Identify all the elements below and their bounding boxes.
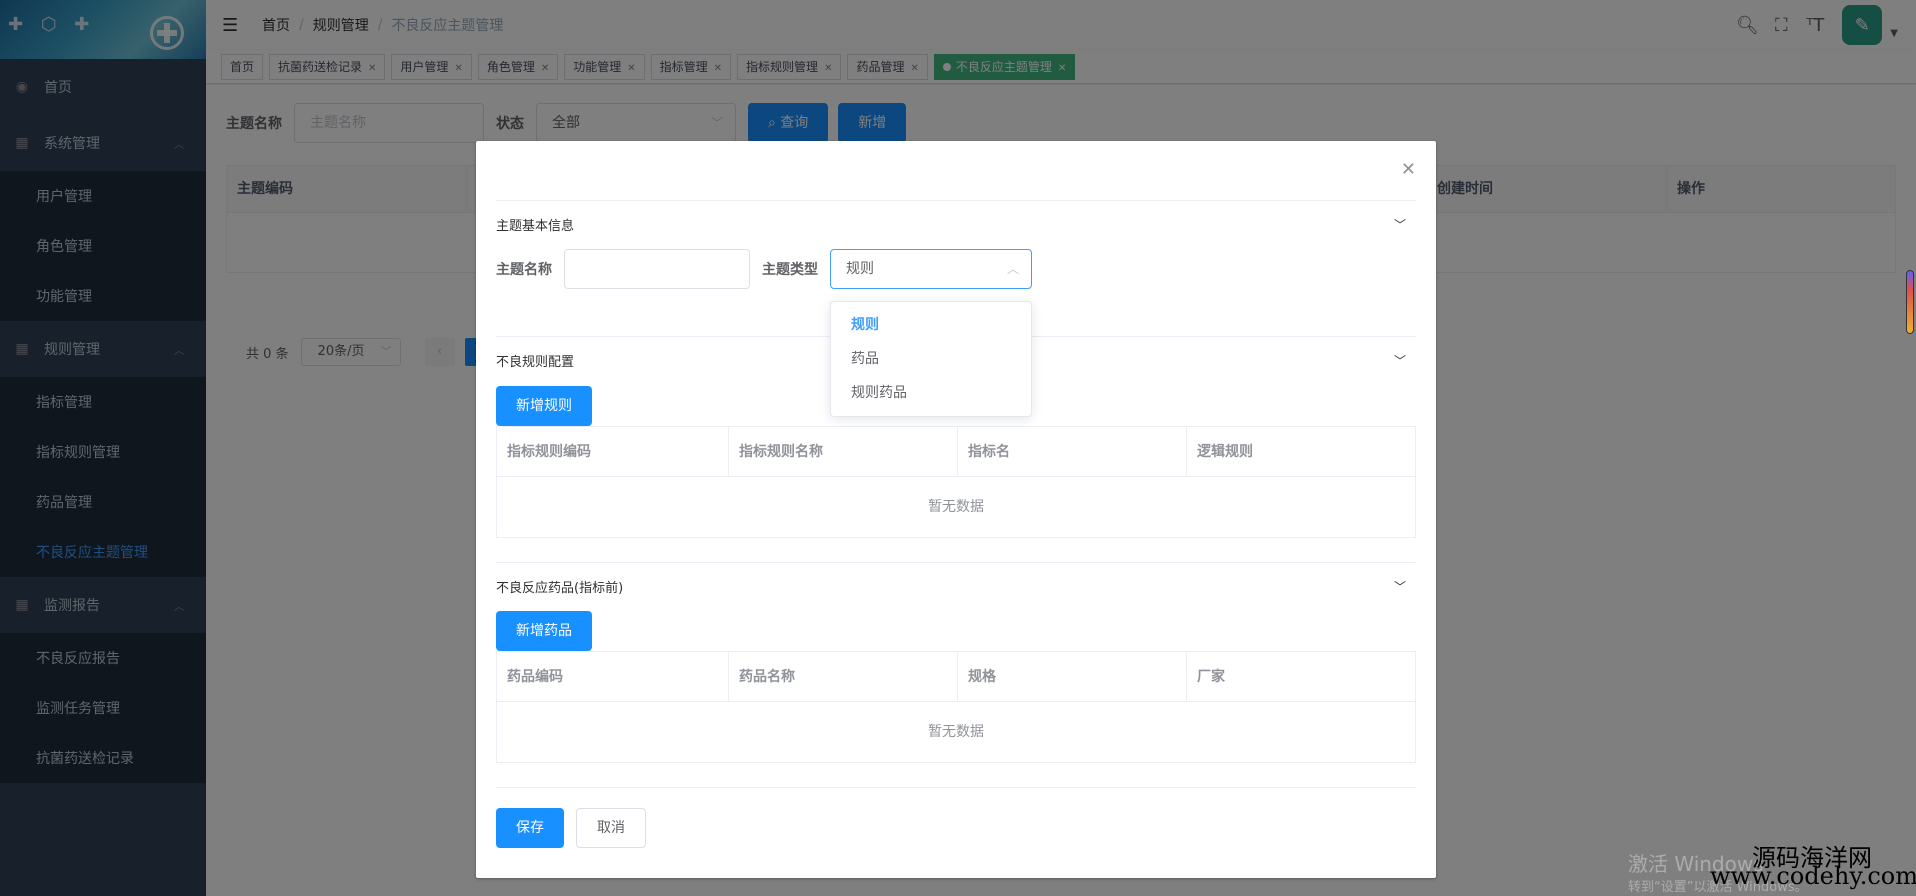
add-rule-button[interactable]: 新增规则 bbox=[496, 386, 592, 426]
column-header: 规格 bbox=[958, 652, 1187, 702]
cancel-label: 取消 bbox=[597, 820, 625, 836]
empty-text: 暂无数据 bbox=[928, 499, 984, 515]
close-icon[interactable]: ✕ bbox=[1401, 159, 1416, 180]
chevron-down-icon: ﹀ bbox=[1393, 580, 1406, 594]
topic-type-dropdown: 规则 药品 规则药品 bbox=[830, 301, 1032, 417]
section-adverse-drugs[interactable]: 不良反应药品(指标前) ﹀ bbox=[496, 562, 1416, 610]
section-title: 主题基本信息 bbox=[496, 219, 575, 234]
section-title: 不良反应药品(指标前) bbox=[496, 581, 624, 596]
drugs-table: 药品编码 药品名称 规格 厂家 暂无数据 bbox=[496, 651, 1416, 763]
option-rule-drug[interactable]: 规则药品 bbox=[831, 376, 1031, 410]
add-drug-button[interactable]: 新增药品 bbox=[496, 611, 592, 651]
column-header: 药品名称 bbox=[729, 652, 958, 702]
option-drug[interactable]: 药品 bbox=[831, 342, 1031, 376]
chevron-down-icon: ﹀ bbox=[1393, 218, 1406, 232]
save-button[interactable]: 保存 bbox=[496, 808, 564, 848]
add-rule-label: 新增规则 bbox=[516, 398, 572, 414]
column-header: 药品编码 bbox=[497, 652, 729, 702]
column-header: 厂家 bbox=[1197, 669, 1225, 685]
column-header: 逻辑规则 bbox=[1197, 444, 1253, 460]
cancel-button[interactable]: 取消 bbox=[576, 808, 646, 848]
topic-type-select[interactable]: 规则 ︿ bbox=[830, 249, 1032, 289]
site-watermark-url: www.codehy.com bbox=[1710, 862, 1916, 890]
scroll-indicator bbox=[1906, 270, 1914, 334]
save-label: 保存 bbox=[516, 820, 544, 836]
topic-type-value: 规则 bbox=[846, 261, 874, 277]
topic-type-label: 主题类型 bbox=[762, 262, 818, 278]
chevron-down-icon: ﹀ bbox=[1393, 354, 1406, 368]
dialog-footer-divider bbox=[496, 787, 1416, 788]
column-header: 指标规则名称 bbox=[729, 427, 958, 477]
section-title: 不良规则配置 bbox=[496, 355, 575, 370]
column-header: 指标名 bbox=[958, 427, 1187, 477]
column-header: 指标规则编码 bbox=[497, 427, 729, 477]
empty-text: 暂无数据 bbox=[928, 724, 984, 740]
section-basic-info[interactable]: 主题基本信息 ﹀ bbox=[496, 200, 1416, 248]
table-header: 药品编码 药品名称 规格 厂家 bbox=[497, 652, 1415, 702]
rules-table: 指标规则编码 指标规则名称 指标名 逻辑规则 暂无数据 bbox=[496, 426, 1416, 538]
topic-dialog: ✕ 主题基本信息 ﹀ 主题名称 主题类型 规则 ︿ 不良规则配置 ﹀ 新增规则 … bbox=[476, 141, 1436, 878]
add-drug-label: 新增药品 bbox=[516, 623, 572, 639]
topic-name-field[interactable] bbox=[564, 249, 750, 289]
option-rule[interactable]: 规则 bbox=[831, 308, 1031, 342]
topic-name-label: 主题名称 bbox=[496, 262, 552, 278]
chevron-up-icon: ︿ bbox=[1006, 262, 1019, 276]
table-header: 指标规则编码 指标规则名称 指标名 逻辑规则 bbox=[497, 427, 1415, 477]
basic-info-row: 主题名称 主题类型 规则 ︿ bbox=[496, 249, 1032, 289]
